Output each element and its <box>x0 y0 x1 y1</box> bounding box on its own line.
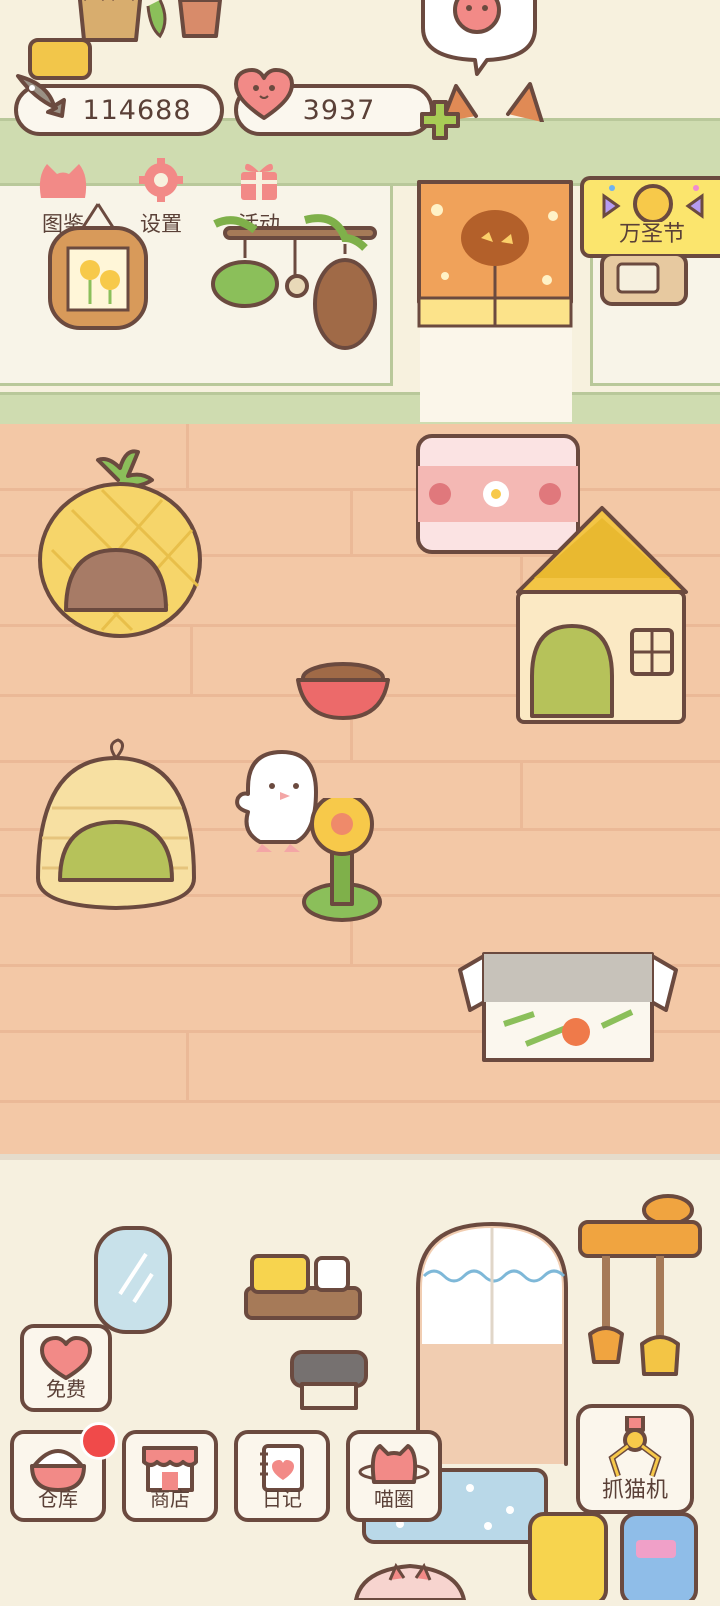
halloween-event-banner[interactable]: 万圣节 <box>580 176 720 258</box>
hanging-rack[interactable] <box>205 214 385 354</box>
yellow-wooden-house[interactable] <box>508 502 694 728</box>
detergent-bottles <box>528 1512 698 1600</box>
shop-label: 商店 <box>150 1487 190 1511</box>
plus-icon[interactable] <box>418 98 462 142</box>
cat-head-icon <box>39 164 87 198</box>
vending-machine-top <box>600 254 688 306</box>
bathroom-door[interactable] <box>412 1218 572 1468</box>
claw-label: 抓猫机 <box>601 1478 668 1503</box>
claw-machine-button[interactable]: 抓猫机 <box>576 1404 694 1514</box>
broom-rack[interactable] <box>576 1194 706 1380</box>
diary-label: 日记 <box>262 1487 302 1511</box>
shop-button[interactable]: 商店 <box>122 1430 218 1522</box>
pineapple-cat-house[interactable] <box>32 440 208 640</box>
scratching-post[interactable] <box>298 798 388 924</box>
bath-shelf[interactable] <box>242 1252 366 1324</box>
cat-emote-bubble <box>421 0 537 76</box>
gear-icon <box>139 158 183 202</box>
halloween-curtain <box>417 180 573 328</box>
free-reward-button[interactable]: 免费 <box>20 1324 112 1412</box>
sunflower-painting[interactable] <box>44 198 152 332</box>
heart-icon <box>234 68 294 120</box>
trash-bin[interactable] <box>290 1348 370 1412</box>
fish-amount: 114688 <box>82 94 192 126</box>
social-button[interactable]: 喵圈 <box>346 1430 442 1522</box>
gift-icon <box>241 163 277 200</box>
warehouse-label: 仓库 <box>38 1487 78 1511</box>
fish-icon <box>16 74 66 118</box>
wall-baseboard <box>0 392 720 427</box>
notification-dot <box>80 1422 118 1460</box>
straw-hut[interactable] <box>32 738 198 914</box>
free-label: 免费 <box>46 1377 86 1401</box>
cat-peeking <box>354 1562 466 1600</box>
heart-amount: 3937 <box>302 94 376 126</box>
food-bowl[interactable] <box>294 652 392 722</box>
cardboard-box[interactable] <box>456 944 682 1066</box>
social-label: 喵圈 <box>374 1487 414 1511</box>
diary-button[interactable]: 日记 <box>234 1430 330 1522</box>
halloween-label: 万圣节 <box>618 222 685 247</box>
